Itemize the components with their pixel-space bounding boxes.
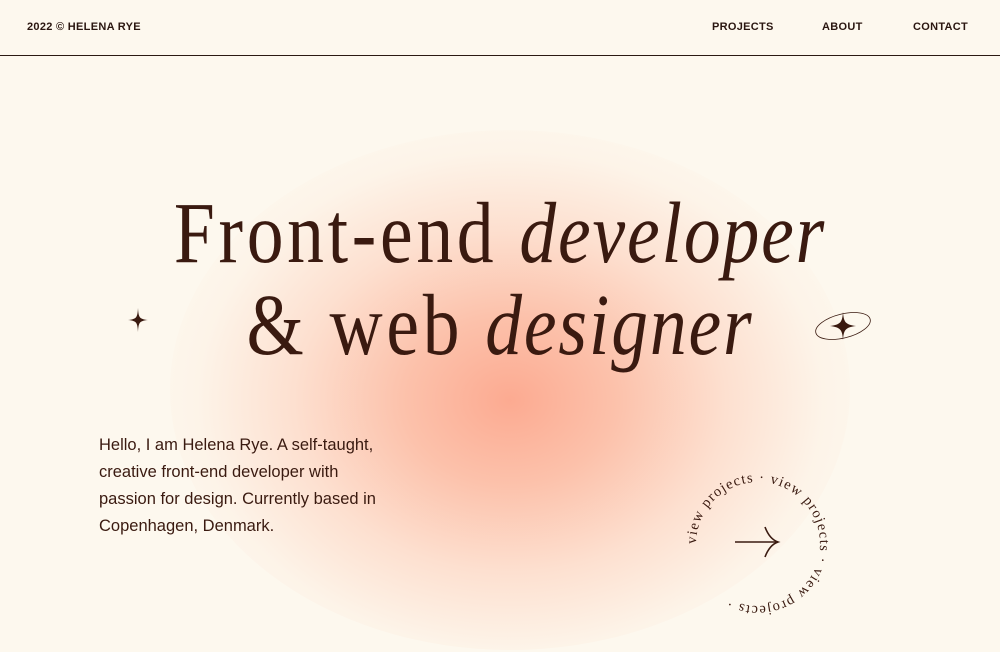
arrow-right-icon bbox=[735, 526, 781, 558]
sparkle-icon bbox=[128, 308, 148, 332]
nav-link-about[interactable]: ABOUT bbox=[822, 21, 863, 33]
view-projects-circular-button[interactable]: view projects · view projects · view pro… bbox=[686, 472, 830, 616]
hero-headline-and-web: & web bbox=[246, 278, 486, 374]
sparkle-orbit-icon bbox=[815, 312, 871, 340]
hero-headline-front-end: Front-end bbox=[173, 186, 520, 282]
intro-paragraph: Hello, I am Helena Rye. A self-taught, c… bbox=[99, 436, 376, 535]
hero-headline-developer: developer bbox=[519, 186, 827, 282]
view-projects-circular-text: view projects · view projects · view pro… bbox=[686, 472, 830, 616]
top-navigation-bar: 2022 © HELENA RYE PROJECTS ABOUT CONTACT bbox=[0, 0, 1000, 56]
nav-link-contact[interactable]: CONTACT bbox=[913, 21, 968, 33]
hero-headline-designer: designer bbox=[485, 278, 754, 374]
nav-link-projects[interactable]: PROJECTS bbox=[712, 21, 774, 33]
copyright-text: 2022 © HELENA RYE bbox=[27, 21, 141, 33]
